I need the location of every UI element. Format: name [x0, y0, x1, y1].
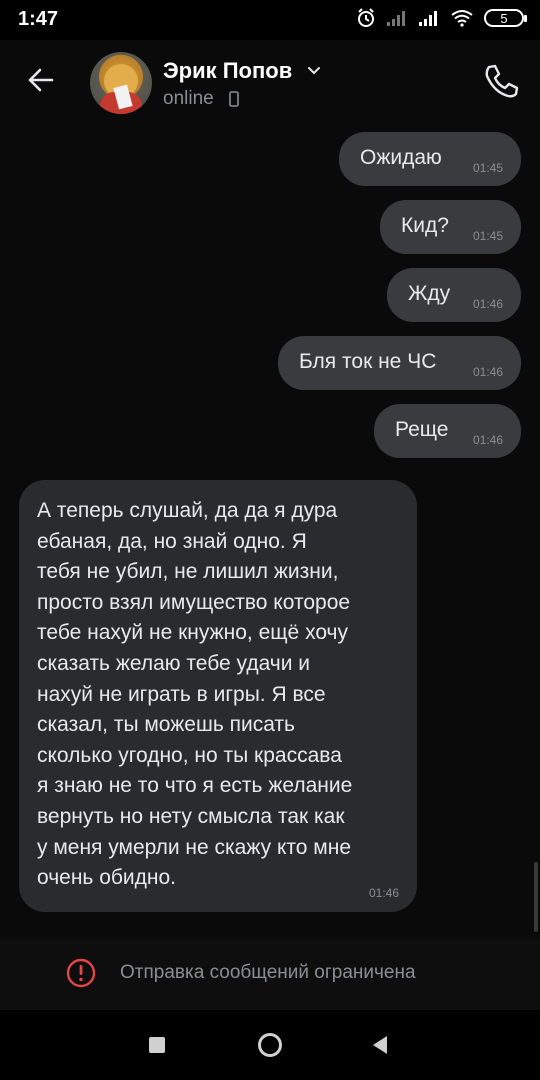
message-time: 01:46	[472, 365, 503, 379]
status-time: 1:47	[18, 8, 59, 30]
chat-header: Эрик Попов online	[0, 40, 540, 126]
message-text: Бля ток не ЧС	[299, 350, 437, 373]
message-bubble-outgoing[interactable]: Кид? 01:45	[380, 200, 521, 254]
signal-strong-icon	[419, 11, 437, 26]
message-bubble-outgoing[interactable]: Бля ток не ЧС 01:46	[278, 336, 521, 390]
back-arrow-icon[interactable]	[22, 60, 62, 100]
status-bar: 1:47 5	[0, 0, 540, 40]
message-bubble-outgoing[interactable]: Жду 01:46	[387, 268, 521, 322]
phone-call-icon[interactable]	[480, 60, 522, 102]
message-time: 01:46	[472, 433, 503, 447]
message-time: 01:46	[368, 886, 399, 900]
home-icon[interactable]	[257, 1032, 283, 1058]
message-text: Кид?	[401, 214, 449, 237]
contact-name[interactable]: Эрик Попов	[163, 58, 292, 84]
message-time: 01:46	[472, 297, 503, 311]
message-text: Ожидаю	[360, 146, 442, 169]
message-bubble-outgoing[interactable]: Ожидаю 01:45	[339, 132, 521, 186]
chevron-down-icon[interactable]	[307, 66, 321, 76]
message-time: 01:45	[472, 161, 503, 175]
restriction-text: Отправка сообщений ограничена	[120, 962, 416, 983]
mobile-device-icon	[229, 91, 239, 107]
battery-icon: 5	[484, 9, 527, 27]
message-text: Жду	[408, 282, 451, 305]
message-text: А теперь слушай, да да я дура ебаная, да…	[37, 499, 353, 890]
wifi-icon	[451, 10, 473, 27]
status-icons: 5	[356, 8, 527, 28]
message-text: Реще	[395, 418, 449, 441]
recent-apps-icon[interactable]	[149, 1037, 165, 1053]
scroll-indicator[interactable]	[534, 862, 538, 932]
message-time: 01:45	[472, 229, 503, 243]
signal-weak-icon	[387, 11, 405, 26]
message-bubble-outgoing[interactable]: Реще 01:46	[374, 404, 521, 458]
alarm-icon	[358, 8, 374, 27]
system-nav-bar	[0, 1010, 540, 1080]
battery-level: 5	[500, 10, 508, 26]
nav-back-icon[interactable]	[372, 1035, 388, 1055]
avatar[interactable]	[90, 52, 152, 114]
message-bubble-incoming[interactable]: А теперь слушай, да да я дура ебаная, да…	[19, 480, 417, 912]
contact-status: online	[163, 88, 214, 109]
messaging-restricted-bar: Отправка сообщений ограничена	[0, 938, 540, 1010]
warning-icon	[66, 958, 96, 988]
